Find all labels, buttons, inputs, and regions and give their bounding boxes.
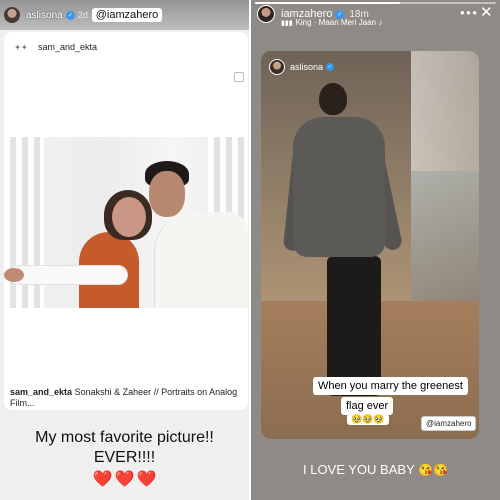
right-story-bottom-text: I LOVE YOU BABY 😘😘 [251, 462, 500, 477]
story-music-label[interactable]: ▮▮▮ King · Maan Meri Jaan ♪ [281, 18, 382, 27]
left-story-overlay-text: My most favorite picture!! EVER!!!! ❤️ ❤… [0, 428, 249, 490]
video-caption-line-2: flag ever [341, 397, 394, 415]
story-progress-bar [255, 2, 496, 4]
verified-badge-icon: ✓ [65, 10, 75, 20]
verified-badge-icon: ✓ [326, 63, 335, 71]
right-story-avatar[interactable] [257, 5, 275, 23]
video-caption-emojis: 🥹🥹🥹 [347, 414, 389, 425]
video-author-avatar[interactable] [269, 59, 285, 75]
person-body [293, 117, 385, 257]
account-logo-icon: ✦✦ [14, 42, 28, 52]
reshared-video-card[interactable]: aslisona ✓ When you marry the greenest f… [261, 51, 479, 439]
right-story-panel: iamzahero ✓ 18m ▮▮▮ King · Maan Meri Jaa… [251, 0, 500, 500]
glass-railing [411, 171, 479, 311]
man-figure-body [154, 212, 248, 308]
music-bars-icon: ▮▮▮ [281, 19, 293, 27]
overlay-line-1: My most favorite picture!! [35, 429, 214, 446]
shared-post-card[interactable]: ✦✦ sam_and_ekta sam_and_ekta Sonakshi & … [4, 32, 248, 410]
mall-wall [411, 51, 479, 171]
chat-bubble-icon [234, 72, 244, 82]
video-author-row: aslisona ✓ [269, 59, 335, 75]
shared-post-account[interactable]: sam_and_ekta [38, 42, 97, 52]
left-story-mention-sticker[interactable]: @iamzahero [91, 8, 163, 22]
person-legs [327, 256, 381, 396]
heart-icon: ❤️ [92, 471, 113, 488]
shared-post-header: ✦✦ sam_and_ekta [10, 40, 97, 54]
heart-icon: ❤️ [136, 471, 157, 488]
left-story-time: 2d [77, 10, 88, 20]
man-figure-face [149, 171, 185, 217]
man-figure-arm [8, 265, 128, 285]
shared-post-photo [4, 137, 248, 308]
bottom-text: I LOVE YOU BABY [302, 462, 415, 477]
video-caption-line-1: When you marry the greenest [313, 377, 468, 395]
shared-post-caption: sam_and_ekta Sonakshi & Zaheer // Portra… [10, 387, 240, 409]
overlay-line-2: EVER!!!! [93, 449, 156, 466]
close-icon[interactable]: ✕ [480, 3, 493, 21]
heart-icon: ❤️ [114, 471, 135, 488]
left-story-header: aslisona ✓ 2d @iamzahero [0, 0, 249, 30]
hearts-row: ❤️ ❤️ ❤️ [0, 470, 249, 490]
caption-account: sam_and_ekta [10, 387, 73, 397]
more-options-icon[interactable]: • • • [460, 5, 477, 20]
bottom-emojis: 😘😘 [418, 463, 449, 477]
left-story-avatar[interactable] [4, 7, 20, 23]
woman-figure-face [112, 197, 146, 237]
person-head [319, 83, 347, 115]
story-progress-fill [255, 2, 400, 4]
video-author-username[interactable]: aslisona [290, 62, 323, 72]
right-story-mention-sticker[interactable]: @iamzahero [421, 416, 477, 431]
left-story-panel: aslisona ✓ 2d @iamzahero ✦✦ sam_and_ekta… [0, 0, 249, 500]
music-title: King · Maan Meri Jaan ♪ [295, 18, 383, 27]
man-figure-hand [4, 268, 24, 282]
left-story-username[interactable]: aslisona [26, 10, 63, 21]
